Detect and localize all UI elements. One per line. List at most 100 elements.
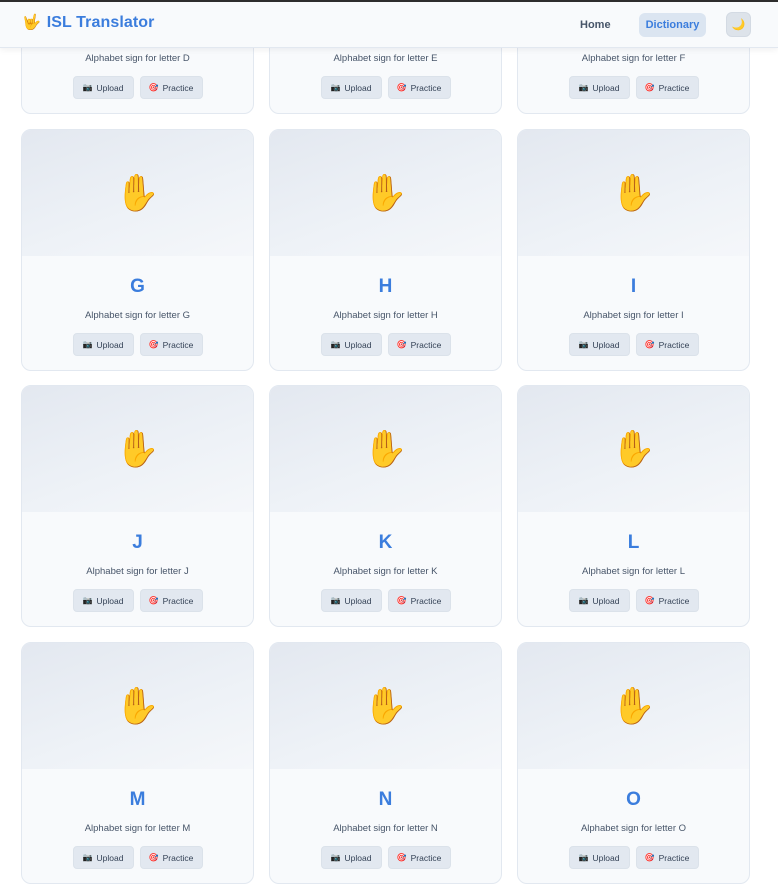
card-actions: 📷 Upload 🎯 Practice	[518, 589, 749, 612]
target-icon: 🎯	[148, 852, 159, 862]
raised-hand-icon: ✋	[611, 428, 656, 469]
practice-button[interactable]: 🎯 Practice	[387, 589, 451, 612]
card-letter: L	[627, 532, 640, 553]
upload-button[interactable]: 📷 Upload	[72, 589, 134, 612]
card-description: Alphabet sign for letter K	[333, 566, 438, 577]
card-description: Alphabet sign for letter G	[84, 310, 191, 321]
card-letter: J	[132, 532, 143, 553]
upload-label: Upload	[96, 339, 124, 350]
practice-label: Practice	[658, 595, 690, 606]
upload-button[interactable]: 📷 Upload	[320, 589, 382, 612]
card-actions: 📷 Upload 🎯 Practice	[270, 846, 501, 869]
practice-button[interactable]: 🎯 Practice	[635, 846, 699, 869]
sign-card[interactable]: ✋ G Alphabet sign for letter G 📷 Upload 🎯 Prac…	[21, 129, 254, 371]
card-letter: H	[378, 276, 393, 297]
card-actions: 📷 Upload 🎯 Practice	[270, 333, 501, 356]
raised-hand-icon: ✋	[611, 685, 656, 726]
target-icon: 🎯	[644, 852, 655, 862]
practice-label: Practice	[658, 852, 690, 863]
card-actions: 📷 Upload 🎯 Practice	[270, 76, 501, 99]
sign-card[interactable]: ✋ N Alphabet sign for letter N 📷 Upload 🎯 Prac…	[269, 642, 502, 884]
sign-card[interactable]: ✋ I Alphabet sign for letter I 📷 Upload 🎯 Prac…	[517, 129, 750, 371]
upload-button[interactable]: 📷 Upload	[72, 76, 134, 99]
sign-image-placeholder: ✋	[22, 643, 253, 769]
practice-label: Practice	[162, 852, 194, 863]
card-description: Alphabet sign for letter J	[86, 566, 189, 577]
card-description: Alphabet sign for letter O	[580, 823, 687, 834]
practice-button[interactable]: 🎯 Practice	[139, 76, 203, 99]
card-description: Alphabet sign for letter M	[84, 823, 191, 834]
brand-logo[interactable]: 🤟 ISL Translator	[22, 14, 155, 32]
practice-button[interactable]: 🎯 Practice	[387, 846, 451, 869]
brand-name: ISL Translator	[46, 14, 155, 31]
card-description: Alphabet sign for letter F	[581, 53, 686, 64]
card-actions: 📷 Upload 🎯 Practice	[270, 589, 501, 612]
nav-link-home[interactable]: Home	[570, 13, 621, 37]
sign-card[interactable]: ✋ L Alphabet sign for letter L 📷 Upload 🎯 Prac…	[517, 385, 750, 627]
camera-icon: 📷	[82, 82, 93, 92]
nav-link-dictionary[interactable]: Dictionary	[639, 13, 706, 37]
sign-card[interactable]: ✋ H Alphabet sign for letter H 📷 Upload 🎯 Prac…	[269, 129, 502, 371]
sign-image-placeholder: ✋	[518, 643, 749, 769]
upload-label: Upload	[344, 852, 372, 863]
upload-label: Upload	[592, 82, 620, 93]
sign-card[interactable]: ✋ J Alphabet sign for letter J 📷 Upload 🎯 Prac…	[21, 385, 254, 627]
target-icon: 🎯	[396, 82, 407, 92]
upload-label: Upload	[592, 852, 620, 863]
card-description: Alphabet sign for letter N	[333, 823, 438, 834]
upload-button[interactable]: 📷 Upload	[568, 333, 630, 356]
practice-button[interactable]: 🎯 Practice	[139, 333, 203, 356]
card-description: Alphabet sign for letter D	[85, 53, 190, 64]
raised-hand-icon: ✋	[115, 428, 160, 469]
camera-icon: 📷	[330, 82, 341, 92]
upload-label: Upload	[344, 595, 372, 606]
practice-button[interactable]: 🎯 Practice	[387, 333, 451, 356]
upload-label: Upload	[344, 339, 372, 350]
practice-label: Practice	[658, 82, 690, 93]
upload-button[interactable]: 📷 Upload	[320, 76, 382, 99]
upload-button[interactable]: 📷 Upload	[72, 333, 134, 356]
card-description: Alphabet sign for letter E	[333, 53, 438, 64]
card-letter: K	[378, 532, 393, 553]
sign-image-placeholder: ✋	[270, 386, 501, 512]
upload-button[interactable]: 📷 Upload	[72, 846, 134, 869]
sign-image-placeholder: ✋	[518, 386, 749, 512]
camera-icon: 📷	[82, 595, 93, 605]
target-icon: 🎯	[644, 82, 655, 92]
practice-button[interactable]: 🎯 Practice	[387, 76, 451, 99]
card-description: Alphabet sign for letter I	[583, 310, 684, 321]
upload-button[interactable]: 📷 Upload	[568, 846, 630, 869]
camera-icon: 📷	[578, 82, 589, 92]
target-icon: 🎯	[396, 595, 407, 605]
sign-card[interactable]: ✋ O Alphabet sign for letter O 📷 Upload 🎯 Prac…	[517, 642, 750, 884]
upload-label: Upload	[344, 82, 372, 93]
camera-icon: 📷	[578, 852, 589, 862]
practice-button[interactable]: 🎯 Practice	[139, 846, 203, 869]
practice-label: Practice	[410, 852, 442, 863]
upload-button[interactable]: 📷 Upload	[320, 333, 382, 356]
sign-card[interactable]: ✋ K Alphabet sign for letter K 📷 Upload 🎯 Prac…	[269, 385, 502, 627]
practice-label: Practice	[410, 595, 442, 606]
sign-image-placeholder: ✋	[270, 643, 501, 769]
card-letter: G	[130, 276, 145, 297]
practice-label: Practice	[162, 82, 194, 93]
raised-hand-icon: ✋	[363, 685, 408, 726]
upload-button[interactable]: 📷 Upload	[568, 589, 630, 612]
upload-button[interactable]: 📷 Upload	[568, 76, 630, 99]
upload-button[interactable]: 📷 Upload	[320, 846, 382, 869]
theme-toggle-button[interactable]: 🌙	[726, 12, 751, 37]
practice-button[interactable]: 🎯 Practice	[635, 333, 699, 356]
practice-label: Practice	[162, 339, 194, 350]
card-actions: 📷 Upload 🎯 Practice	[518, 76, 749, 99]
practice-button[interactable]: 🎯 Practice	[139, 589, 203, 612]
practice-button[interactable]: 🎯 Practice	[635, 589, 699, 612]
camera-icon: 📷	[82, 852, 93, 862]
upload-label: Upload	[592, 339, 620, 350]
target-icon: 🎯	[644, 595, 655, 605]
sign-card[interactable]: ✋ M Alphabet sign for letter M 📷 Upload 🎯 Prac…	[21, 642, 254, 884]
practice-button[interactable]: 🎯 Practice	[635, 76, 699, 99]
camera-icon: 📷	[82, 339, 93, 349]
upload-label: Upload	[592, 595, 620, 606]
camera-icon: 📷	[330, 852, 341, 862]
sign-image-placeholder: ✋	[22, 386, 253, 512]
